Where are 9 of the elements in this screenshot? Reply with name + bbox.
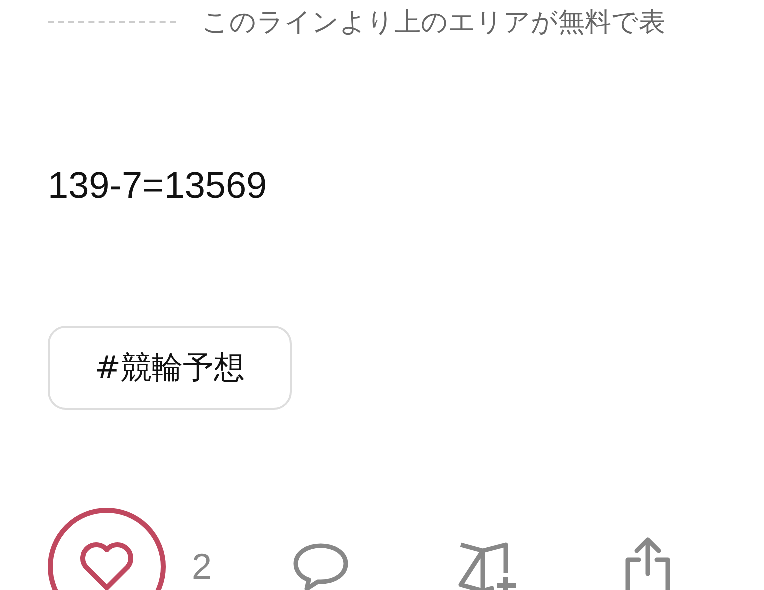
comment-button[interactable] <box>292 542 350 590</box>
paywall-notice: このラインより上のエリアが無料で表 <box>202 6 666 40</box>
like-count: 2 <box>192 546 214 588</box>
body-text: 139-7=13569 <box>48 164 268 208</box>
heart-icon <box>79 542 135 590</box>
share-icon <box>624 536 672 590</box>
share-button[interactable] <box>624 536 672 590</box>
speech-bubble-icon <box>292 542 350 590</box>
hashtag-link[interactable]: #競輪予想 <box>48 326 292 410</box>
